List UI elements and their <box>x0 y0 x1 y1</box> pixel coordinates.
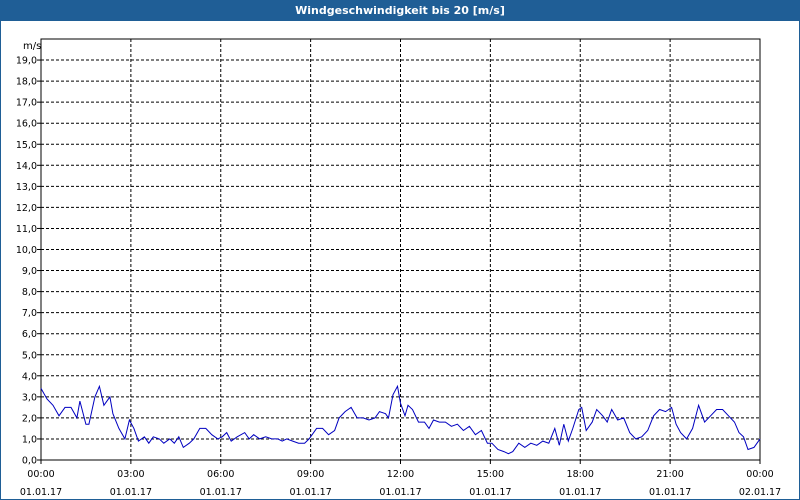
y-tick-label: 0,0 <box>22 456 37 467</box>
x-tick-date-label: 01.01.17 <box>200 487 242 498</box>
y-tick-label: 10,0 <box>16 245 37 256</box>
y-tick-label: 12,0 <box>16 203 37 214</box>
y-tick-label: 13,0 <box>16 182 37 193</box>
y-tick-label: 19,0 <box>16 56 37 67</box>
x-tick-date-label: 01.01.17 <box>110 487 152 498</box>
x-tick-date-label: 01.01.17 <box>20 487 62 498</box>
x-tick-date-label: 01.01.17 <box>559 487 601 498</box>
x-tick-time-label: 06:00 <box>207 469 234 480</box>
y-tick-labels: 0,0 1,0 2,0 3,0 4,0 5,0 6,0 7,0 8,0 9,0 10,0 11,0 12… <box>16 56 37 467</box>
x-tick-date-label: 01.01.17 <box>469 487 511 498</box>
grid-lines <box>41 39 760 460</box>
x-tick-time-label: 12:00 <box>387 469 414 480</box>
x-tick-date-label: 02.01.17 <box>739 487 781 498</box>
y-tick-label: 15,0 <box>16 140 37 151</box>
x-tick-date-label: 01.01.17 <box>379 487 421 498</box>
y-axis-label: m/s <box>23 41 41 52</box>
y-tick-label: 11,0 <box>16 224 37 235</box>
x-tick-time-label: 18:00 <box>567 469 594 480</box>
y-tick-label: 17,0 <box>16 98 37 109</box>
axes <box>37 38 761 464</box>
y-tick-label: 7,0 <box>22 308 37 319</box>
x-tick-time-label: 21:00 <box>656 469 683 480</box>
y-tick-label: 9,0 <box>22 266 37 277</box>
y-tick-label: 8,0 <box>22 287 37 298</box>
wind-speed-chart: 0,0 1,0 2,0 3,0 4,0 5,0 6,0 7,0 8,0 9,0 10,0 11,0 12… <box>16 38 781 498</box>
x-tick-time-label: 15:00 <box>477 469 504 480</box>
y-tick-label: 2,0 <box>22 413 37 424</box>
y-tick-label: 6,0 <box>22 329 37 340</box>
x-tick-date-label: 01.01.17 <box>649 487 691 498</box>
y-tick-label: 4,0 <box>22 371 37 382</box>
x-tick-time-label: 00:00 <box>746 469 773 480</box>
y-tick-label: 1,0 <box>22 434 37 445</box>
x-tick-time-label: 00:00 <box>27 469 54 480</box>
y-tick-label: 5,0 <box>22 350 37 361</box>
y-tick-label: 14,0 <box>16 161 37 172</box>
chart-window: Windgeschwindigkeit bis 20 [m/s] 0,0 1,0 2… <box>0 0 800 500</box>
y-tick-label: 3,0 <box>22 392 37 403</box>
x-tick-time-label: 09:00 <box>297 469 324 480</box>
y-tick-label: 18,0 <box>16 77 37 88</box>
y-tick-label: 16,0 <box>16 119 37 130</box>
x-tick-date-label: 01.01.17 <box>289 487 331 498</box>
x-tick-time-label: 03:00 <box>117 469 144 480</box>
x-tick-labels: 00:00 01.01.17 03:00 01.01.17 06:00 01.01.17 0… <box>20 469 781 498</box>
chart-title: Windgeschwindigkeit bis 20 [m/s] <box>1 1 799 21</box>
